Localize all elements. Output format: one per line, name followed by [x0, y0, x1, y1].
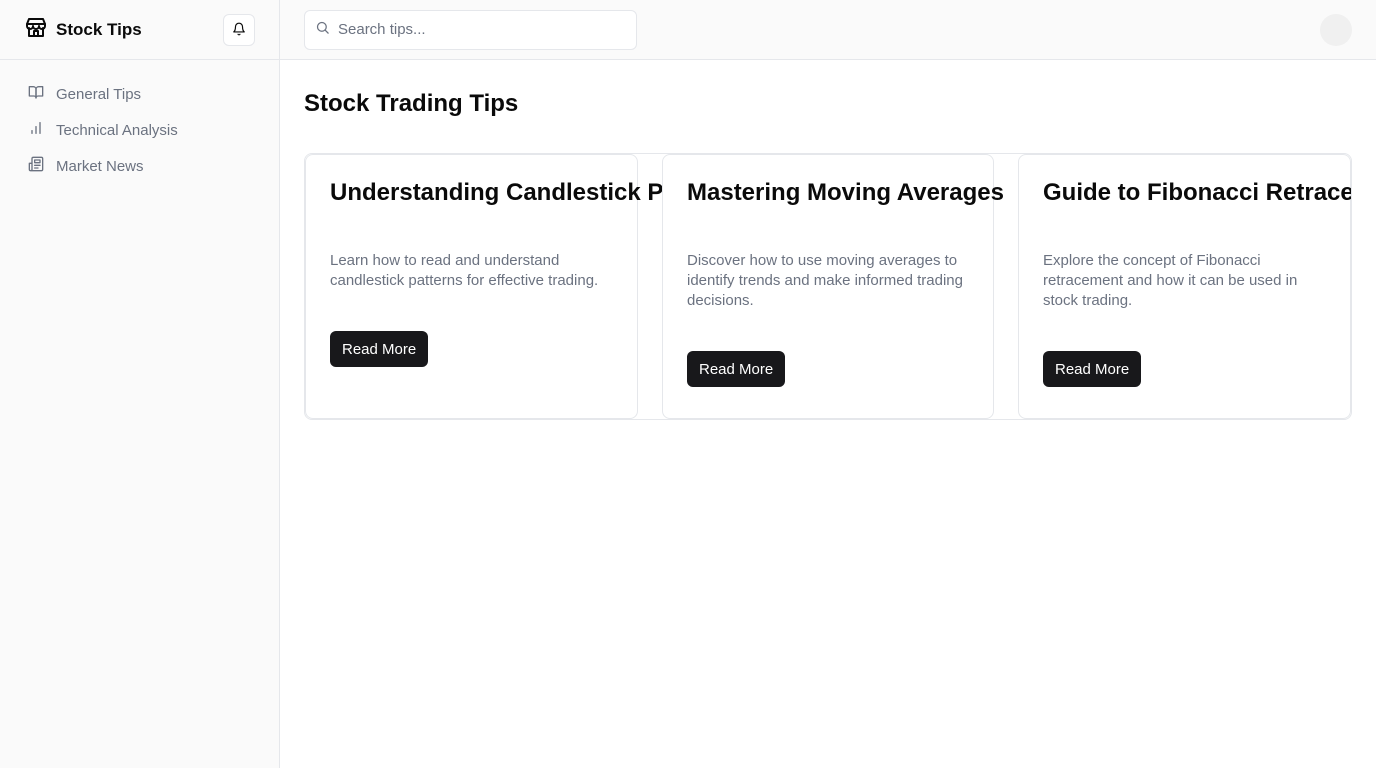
- tip-card: Mastering Moving Averages Discover how t…: [662, 154, 1004, 419]
- sidebar-item-market-news[interactable]: Market News: [16, 148, 263, 184]
- topbar: [280, 0, 1376, 60]
- newspaper-icon: [28, 156, 44, 176]
- tip-card: Understanding Candlestick Patterns Learn…: [305, 154, 744, 419]
- read-more-button[interactable]: Read More: [330, 331, 429, 367]
- main-area: Stock Trading Tips Understanding Candles…: [280, 0, 1376, 768]
- search-box[interactable]: [304, 9, 637, 50]
- search-icon: [315, 20, 330, 40]
- sidebar-item-technical-analysis[interactable]: Technical Analysis: [16, 112, 263, 148]
- store-icon: [24, 15, 48, 44]
- brand-bar: Stock Tips: [0, 0, 279, 60]
- brand-link[interactable]: Stock Tips: [24, 15, 142, 44]
- tip-card-title: Guide to Fibonacci Retracement: [1043, 179, 1351, 206]
- app: Stock Tips General Tips Technical Analys…: [0, 0, 1376, 768]
- sidebar-item-label: Market News: [56, 157, 144, 175]
- sidebar-item-label: Technical Analysis: [56, 121, 178, 139]
- sidebar-item-general-tips[interactable]: General Tips: [16, 76, 263, 112]
- read-more-button[interactable]: Read More: [1043, 351, 1142, 387]
- sidebar-item-label: General Tips: [56, 85, 142, 103]
- read-more-button[interactable]: Read More: [687, 351, 786, 387]
- tip-card-description: Discover how to use moving averages to i…: [687, 252, 963, 309]
- tip-card-title: Mastering Moving Averages: [687, 179, 1004, 206]
- tip-card-description: Explore the concept of Fibonacci retrace…: [1043, 252, 1298, 309]
- notifications-button[interactable]: [223, 14, 255, 46]
- tips-carousel: Understanding Candlestick Patterns Learn…: [304, 153, 1352, 420]
- bell-icon: [232, 22, 246, 39]
- book-open-icon: [28, 84, 44, 104]
- page-title: Stock Trading Tips: [304, 90, 519, 117]
- sidebar-nav: General Tips Technical Analysis Market N…: [0, 60, 279, 200]
- brand-name: Stock Tips: [56, 19, 142, 39]
- tip-card-description: Learn how to read and understand candles…: [330, 252, 599, 289]
- sidebar: Stock Tips General Tips Technical Analys…: [0, 0, 280, 768]
- tip-card: Guide to Fibonacci Retracement Explore t…: [1018, 154, 1351, 419]
- search-input[interactable]: [338, 21, 626, 38]
- user-avatar[interactable]: [1320, 14, 1352, 46]
- content: Stock Trading Tips Understanding Candles…: [280, 60, 1376, 420]
- bar-chart-icon: [28, 120, 44, 140]
- tip-card-title: Understanding Candlestick Patterns: [330, 179, 744, 206]
